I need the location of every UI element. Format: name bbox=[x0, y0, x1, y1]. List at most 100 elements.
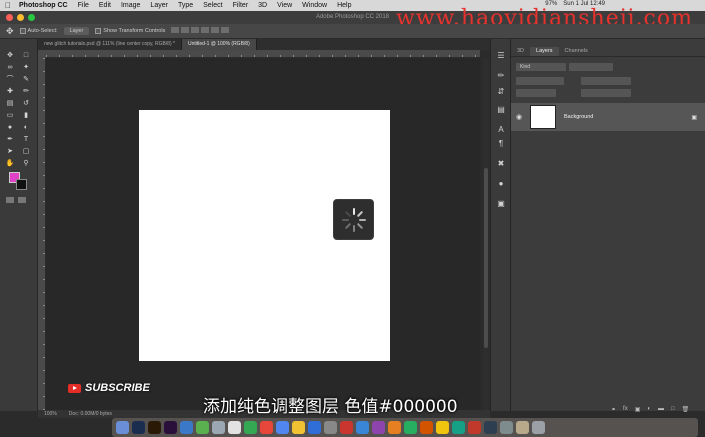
opacity-field[interactable] bbox=[581, 77, 631, 85]
adjustment-layer-icon[interactable]: ◐ bbox=[647, 406, 651, 413]
app-icon-11[interactable] bbox=[500, 421, 513, 434]
adjust-panel-icon[interactable]: ⇵ bbox=[496, 87, 506, 97]
tab-glitch-tutorial[interactable]: new glitch tutorials.psd @ 111% (line ce… bbox=[38, 39, 182, 50]
zoom-level[interactable]: 100% bbox=[44, 411, 57, 417]
notes-icon[interactable] bbox=[292, 421, 305, 434]
finder-icon[interactable] bbox=[116, 421, 129, 434]
brush-icon[interactable]: ✏ bbox=[20, 87, 32, 96]
vertical-ruler[interactable] bbox=[38, 58, 46, 410]
app-icon-6[interactable] bbox=[420, 421, 433, 434]
align-icons[interactable] bbox=[171, 27, 231, 35]
app-icon-8[interactable] bbox=[452, 421, 465, 434]
doc-size[interactable]: Doc: 0.00M/0 bytes bbox=[69, 411, 112, 417]
show-transform-checkbox[interactable]: Show Transform Controls bbox=[95, 28, 165, 34]
horizontal-ruler[interactable] bbox=[46, 50, 480, 58]
magic-wand-icon[interactable]: ✦ bbox=[20, 63, 32, 72]
downloads-stack-icon[interactable] bbox=[516, 421, 529, 434]
layer-filter-dropdown[interactable]: Kind bbox=[516, 63, 566, 71]
crop-icon[interactable]: ⌒ bbox=[4, 75, 16, 84]
apple-icon[interactable]:  bbox=[5, 1, 11, 10]
clone-stamp-icon[interactable]: ▤ bbox=[4, 99, 16, 108]
app-icon-10[interactable] bbox=[484, 421, 497, 434]
app-icon-3[interactable] bbox=[372, 421, 385, 434]
menu-file[interactable]: File bbox=[78, 2, 89, 9]
photos-icon[interactable] bbox=[228, 421, 241, 434]
safari-icon[interactable] bbox=[180, 421, 193, 434]
background-color-swatch[interactable] bbox=[16, 179, 27, 190]
healing-brush-icon[interactable]: ✚ bbox=[4, 87, 16, 96]
link-layers-icon[interactable]: ⚭ bbox=[611, 406, 616, 413]
fill-field[interactable] bbox=[581, 89, 631, 97]
menu-view[interactable]: View bbox=[277, 2, 292, 9]
facetime-icon[interactable] bbox=[244, 421, 257, 434]
hand-icon[interactable]: ✋ bbox=[4, 159, 16, 168]
app-icon-5[interactable] bbox=[404, 421, 417, 434]
tab-layers[interactable]: Layers bbox=[530, 47, 559, 56]
tools-panel-icon[interactable]: ✖ bbox=[496, 159, 506, 169]
zoom-icon[interactable]: ⚲ bbox=[20, 159, 32, 168]
history-panel-icon[interactable]: ☰ bbox=[496, 51, 506, 61]
menu-layer[interactable]: Layer bbox=[150, 2, 168, 9]
3d-panel-icon[interactable]: ● bbox=[496, 179, 506, 189]
properties-panel-icon[interactable]: ▤ bbox=[496, 105, 506, 115]
app-icon-2[interactable] bbox=[356, 421, 369, 434]
scrollbar-thumb[interactable] bbox=[484, 168, 488, 348]
app-icon-9[interactable] bbox=[468, 421, 481, 434]
auto-select-dropdown[interactable]: Layer bbox=[63, 27, 90, 35]
new-layer-icon[interactable]: □ bbox=[671, 406, 675, 413]
pen-icon[interactable]: ✒ bbox=[4, 135, 16, 144]
app-icon-7[interactable] bbox=[436, 421, 449, 434]
lasso-icon[interactable]: ∞ bbox=[4, 63, 16, 72]
shape-icon[interactable]: ▢ bbox=[20, 147, 32, 156]
lock-icon[interactable]: ▣ bbox=[691, 114, 697, 121]
layer-filter-icons[interactable] bbox=[569, 63, 613, 71]
menu-type[interactable]: Type bbox=[178, 2, 193, 9]
tab-3d[interactable]: 3D bbox=[511, 47, 530, 56]
add-mask-icon[interactable]: ▣ bbox=[635, 406, 641, 413]
move-tool-preset-icon[interactable]: ✥ bbox=[6, 26, 14, 37]
eraser-icon[interactable]: ▭ bbox=[4, 111, 16, 120]
fx-icon[interactable]: fx bbox=[623, 406, 628, 413]
menu-window[interactable]: Window bbox=[302, 2, 327, 9]
menu-3d[interactable]: 3D bbox=[258, 2, 267, 9]
layer-row-background[interactable]: ◉ Background ▣ bbox=[511, 103, 705, 131]
menu-select[interactable]: Select bbox=[203, 2, 222, 9]
tab-untitled-1[interactable]: Untitled-1 @ 100% (RGB/8) bbox=[181, 39, 257, 50]
move-icon[interactable]: ✥ bbox=[4, 51, 16, 60]
new-group-icon[interactable]: ▬ bbox=[658, 406, 664, 413]
premiere-icon[interactable] bbox=[164, 421, 177, 434]
mail-icon[interactable] bbox=[276, 421, 289, 434]
workspace[interactable] bbox=[46, 58, 480, 410]
messages-icon[interactable] bbox=[196, 421, 209, 434]
eyedropper-icon[interactable]: ✎ bbox=[20, 75, 32, 84]
blend-mode-dropdown[interactable] bbox=[516, 77, 564, 85]
brush-panel-icon[interactable]: ✏ bbox=[496, 71, 506, 81]
menu-help[interactable]: Help bbox=[337, 2, 351, 9]
dodge-icon[interactable]: ◐ bbox=[20, 123, 32, 132]
app-icon-1[interactable] bbox=[340, 421, 353, 434]
gradient-icon[interactable]: ▮ bbox=[20, 111, 32, 120]
eye-icon[interactable]: ◉ bbox=[516, 113, 526, 121]
photoshop-icon[interactable] bbox=[132, 421, 145, 434]
libraries-panel-icon[interactable]: ▣ bbox=[496, 199, 506, 209]
menu-filter[interactable]: Filter bbox=[233, 2, 249, 9]
quick-mask-icon[interactable] bbox=[6, 197, 14, 203]
blur-icon[interactable]: ● bbox=[4, 123, 16, 132]
type-icon[interactable]: T bbox=[20, 135, 32, 144]
path-selection-icon[interactable]: ➤ bbox=[4, 147, 16, 156]
tab-channels[interactable]: Channels bbox=[559, 47, 594, 56]
calendar-icon[interactable] bbox=[260, 421, 273, 434]
screen-mode-icon[interactable] bbox=[18, 197, 26, 203]
menu-image[interactable]: Image bbox=[121, 2, 140, 9]
app-icon-4[interactable] bbox=[388, 421, 401, 434]
paragraph-panel-icon[interactable]: ¶ bbox=[496, 139, 506, 149]
character-panel-icon[interactable]: A bbox=[496, 125, 506, 135]
launchpad-icon[interactable] bbox=[212, 421, 225, 434]
app-store-icon[interactable] bbox=[308, 421, 321, 434]
layer-name[interactable]: Background bbox=[564, 114, 593, 120]
lock-icons[interactable] bbox=[516, 89, 556, 97]
menu-photoshop[interactable]: Photoshop CC bbox=[19, 2, 68, 9]
trash-icon[interactable] bbox=[532, 421, 545, 434]
auto-select-checkbox[interactable]: Auto-Select: bbox=[19, 28, 58, 34]
history-brush-icon[interactable]: ↺ bbox=[20, 99, 32, 108]
